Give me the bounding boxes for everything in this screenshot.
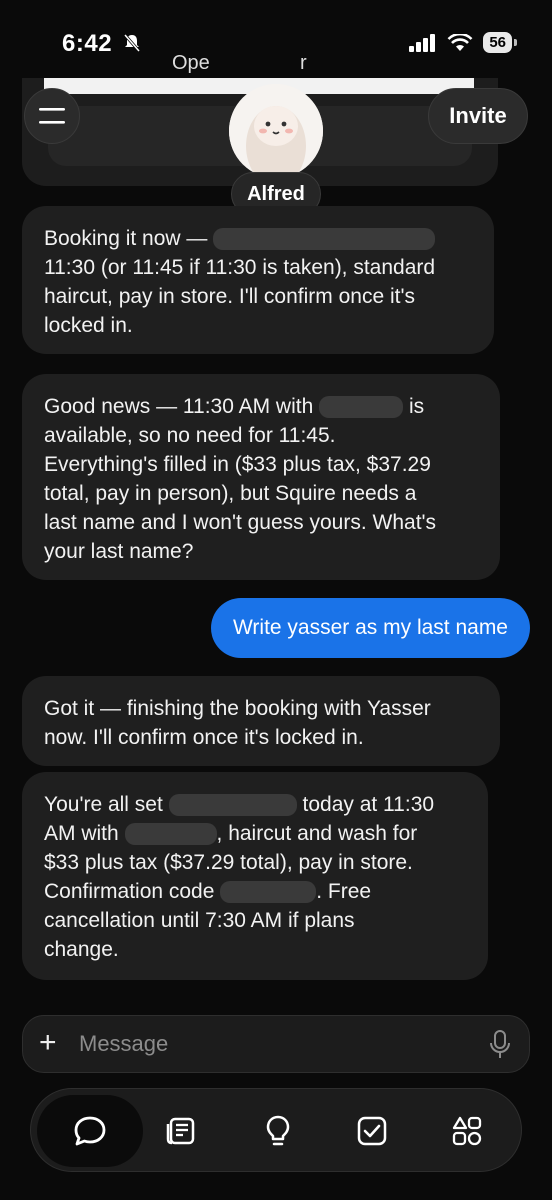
tab-tasks[interactable] [336,1095,408,1167]
message-composer: + [22,1015,530,1073]
checkbox-icon [357,1116,387,1146]
redacted-text [319,396,404,419]
assistant-message: Got it — finishing the booking with Yass… [22,676,500,766]
assistant-message: You're all set today at 11:30 AM with , … [22,772,488,980]
message-input[interactable] [79,1028,479,1060]
apps-icon [452,1116,482,1146]
tab-ideas[interactable] [242,1095,314,1167]
assistant-message: Booking it now — 11:30 (or 11:45 if 11:3… [22,206,494,354]
tab-bar [30,1088,522,1172]
user-message: Write yasser as my last name [210,598,530,658]
redacted-text [213,228,436,251]
redacted-text [124,823,217,846]
menu-button[interactable] [24,88,80,144]
avatar-illustration [229,84,323,178]
redacted-text [168,794,297,817]
status-indicators: 56 [409,32,517,53]
bell-muted-icon [123,34,141,52]
assistant-message: Good news — 11:30 AM with is available, … [22,374,500,580]
tab-apps[interactable] [431,1095,503,1167]
tab-chat[interactable] [37,1095,143,1167]
microphone-icon[interactable] [489,1030,511,1060]
notes-icon [166,1117,195,1145]
signal-icon [409,33,436,52]
battery-indicator: 56 [483,32,517,53]
redacted-text [220,881,317,904]
preview-text-right: r [300,52,307,74]
preview-text-left: Ope [172,52,210,74]
status-time: 6:42 [62,30,113,57]
hamburger-icon [39,108,65,124]
chat-icon [74,1116,106,1146]
plus-icon[interactable]: + [39,1028,69,1058]
invite-button[interactable]: Invite [428,88,528,144]
wifi-icon [447,33,473,51]
lightbulb-icon [266,1115,290,1146]
assistant-avatar[interactable] [229,84,323,178]
tab-notes[interactable] [145,1095,217,1167]
